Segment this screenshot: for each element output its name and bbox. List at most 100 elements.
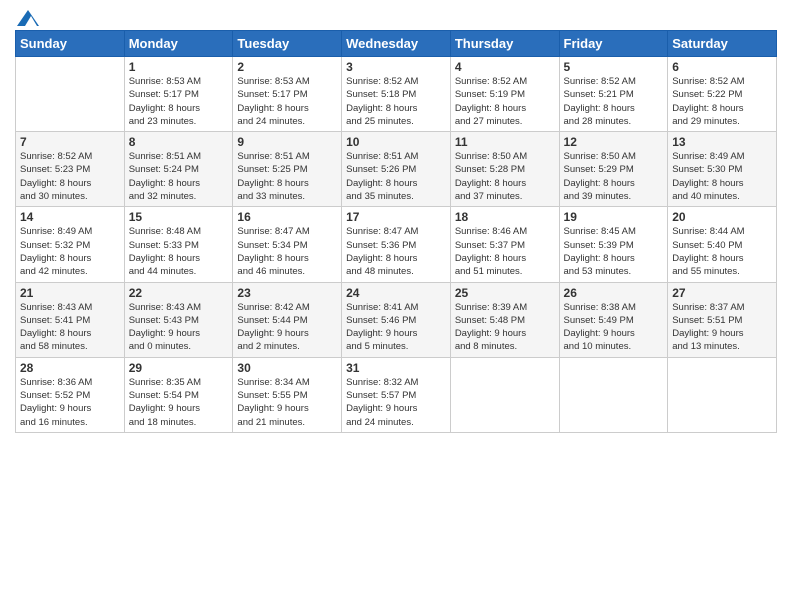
day-number: 26: [564, 286, 664, 300]
calendar-cell: 30Sunrise: 8:34 AM Sunset: 5:55 PM Dayli…: [233, 357, 342, 432]
calendar-cell: 18Sunrise: 8:46 AM Sunset: 5:37 PM Dayli…: [450, 207, 559, 282]
calendar-cell: 27Sunrise: 8:37 AM Sunset: 5:51 PM Dayli…: [668, 282, 777, 357]
day-info: Sunrise: 8:32 AM Sunset: 5:57 PM Dayligh…: [346, 376, 446, 429]
day-info: Sunrise: 8:48 AM Sunset: 5:33 PM Dayligh…: [129, 225, 229, 278]
day-info: Sunrise: 8:50 AM Sunset: 5:29 PM Dayligh…: [564, 150, 664, 203]
day-info: Sunrise: 8:45 AM Sunset: 5:39 PM Dayligh…: [564, 225, 664, 278]
day-number: 21: [20, 286, 120, 300]
day-number: 27: [672, 286, 772, 300]
calendar-cell: 25Sunrise: 8:39 AM Sunset: 5:48 PM Dayli…: [450, 282, 559, 357]
day-number: 28: [20, 361, 120, 375]
day-number: 23: [237, 286, 337, 300]
calendar-cell: [559, 357, 668, 432]
calendar-cell: 4Sunrise: 8:52 AM Sunset: 5:19 PM Daylig…: [450, 57, 559, 132]
calendar-week-2: 14Sunrise: 8:49 AM Sunset: 5:32 PM Dayli…: [16, 207, 777, 282]
day-number: 2: [237, 60, 337, 74]
day-number: 15: [129, 210, 229, 224]
day-number: 9: [237, 135, 337, 149]
calendar-week-1: 7Sunrise: 8:52 AM Sunset: 5:23 PM Daylig…: [16, 132, 777, 207]
calendar-cell: 15Sunrise: 8:48 AM Sunset: 5:33 PM Dayli…: [124, 207, 233, 282]
day-info: Sunrise: 8:52 AM Sunset: 5:18 PM Dayligh…: [346, 75, 446, 128]
day-info: Sunrise: 8:41 AM Sunset: 5:46 PM Dayligh…: [346, 301, 446, 354]
day-info: Sunrise: 8:53 AM Sunset: 5:17 PM Dayligh…: [237, 75, 337, 128]
page: SundayMondayTuesdayWednesdayThursdayFrid…: [0, 0, 792, 612]
calendar-cell: 13Sunrise: 8:49 AM Sunset: 5:30 PM Dayli…: [668, 132, 777, 207]
calendar-cell: 24Sunrise: 8:41 AM Sunset: 5:46 PM Dayli…: [342, 282, 451, 357]
calendar-header-saturday: Saturday: [668, 31, 777, 57]
day-info: Sunrise: 8:52 AM Sunset: 5:22 PM Dayligh…: [672, 75, 772, 128]
calendar-cell: 8Sunrise: 8:51 AM Sunset: 5:24 PM Daylig…: [124, 132, 233, 207]
day-number: 24: [346, 286, 446, 300]
calendar-cell: 16Sunrise: 8:47 AM Sunset: 5:34 PM Dayli…: [233, 207, 342, 282]
day-number: 29: [129, 361, 229, 375]
calendar-header-tuesday: Tuesday: [233, 31, 342, 57]
day-info: Sunrise: 8:36 AM Sunset: 5:52 PM Dayligh…: [20, 376, 120, 429]
calendar-header-wednesday: Wednesday: [342, 31, 451, 57]
calendar-header-sunday: Sunday: [16, 31, 125, 57]
day-number: 13: [672, 135, 772, 149]
day-info: Sunrise: 8:52 AM Sunset: 5:21 PM Dayligh…: [564, 75, 664, 128]
calendar-cell: 12Sunrise: 8:50 AM Sunset: 5:29 PM Dayli…: [559, 132, 668, 207]
day-number: 31: [346, 361, 446, 375]
day-number: 10: [346, 135, 446, 149]
day-info: Sunrise: 8:50 AM Sunset: 5:28 PM Dayligh…: [455, 150, 555, 203]
calendar-cell: 1Sunrise: 8:53 AM Sunset: 5:17 PM Daylig…: [124, 57, 233, 132]
calendar-header-friday: Friday: [559, 31, 668, 57]
day-number: 12: [564, 135, 664, 149]
day-info: Sunrise: 8:52 AM Sunset: 5:19 PM Dayligh…: [455, 75, 555, 128]
calendar-cell: 14Sunrise: 8:49 AM Sunset: 5:32 PM Dayli…: [16, 207, 125, 282]
day-info: Sunrise: 8:49 AM Sunset: 5:30 PM Dayligh…: [672, 150, 772, 203]
logo: [15, 10, 39, 22]
calendar-cell: 19Sunrise: 8:45 AM Sunset: 5:39 PM Dayli…: [559, 207, 668, 282]
day-info: Sunrise: 8:38 AM Sunset: 5:49 PM Dayligh…: [564, 301, 664, 354]
logo-text: [15, 10, 39, 26]
day-info: Sunrise: 8:52 AM Sunset: 5:23 PM Dayligh…: [20, 150, 120, 203]
day-number: 20: [672, 210, 772, 224]
calendar-cell: 9Sunrise: 8:51 AM Sunset: 5:25 PM Daylig…: [233, 132, 342, 207]
day-info: Sunrise: 8:37 AM Sunset: 5:51 PM Dayligh…: [672, 301, 772, 354]
day-info: Sunrise: 8:51 AM Sunset: 5:26 PM Dayligh…: [346, 150, 446, 203]
day-number: 25: [455, 286, 555, 300]
calendar-header-row: SundayMondayTuesdayWednesdayThursdayFrid…: [16, 31, 777, 57]
day-info: Sunrise: 8:43 AM Sunset: 5:41 PM Dayligh…: [20, 301, 120, 354]
day-number: 4: [455, 60, 555, 74]
day-number: 30: [237, 361, 337, 375]
calendar-cell: 26Sunrise: 8:38 AM Sunset: 5:49 PM Dayli…: [559, 282, 668, 357]
day-number: 8: [129, 135, 229, 149]
day-number: 5: [564, 60, 664, 74]
day-number: 16: [237, 210, 337, 224]
calendar-cell: 11Sunrise: 8:50 AM Sunset: 5:28 PM Dayli…: [450, 132, 559, 207]
day-number: 14: [20, 210, 120, 224]
day-number: 3: [346, 60, 446, 74]
header: [15, 10, 777, 22]
day-info: Sunrise: 8:47 AM Sunset: 5:34 PM Dayligh…: [237, 225, 337, 278]
day-number: 11: [455, 135, 555, 149]
calendar-week-4: 28Sunrise: 8:36 AM Sunset: 5:52 PM Dayli…: [16, 357, 777, 432]
day-info: Sunrise: 8:39 AM Sunset: 5:48 PM Dayligh…: [455, 301, 555, 354]
logo-icon: [17, 10, 39, 26]
calendar-cell: 5Sunrise: 8:52 AM Sunset: 5:21 PM Daylig…: [559, 57, 668, 132]
calendar-cell: [450, 357, 559, 432]
day-info: Sunrise: 8:46 AM Sunset: 5:37 PM Dayligh…: [455, 225, 555, 278]
calendar-cell: 3Sunrise: 8:52 AM Sunset: 5:18 PM Daylig…: [342, 57, 451, 132]
day-info: Sunrise: 8:53 AM Sunset: 5:17 PM Dayligh…: [129, 75, 229, 128]
calendar-cell: 31Sunrise: 8:32 AM Sunset: 5:57 PM Dayli…: [342, 357, 451, 432]
calendar-cell: 7Sunrise: 8:52 AM Sunset: 5:23 PM Daylig…: [16, 132, 125, 207]
day-info: Sunrise: 8:43 AM Sunset: 5:43 PM Dayligh…: [129, 301, 229, 354]
calendar-cell: 21Sunrise: 8:43 AM Sunset: 5:41 PM Dayli…: [16, 282, 125, 357]
calendar-cell: 17Sunrise: 8:47 AM Sunset: 5:36 PM Dayli…: [342, 207, 451, 282]
day-number: 18: [455, 210, 555, 224]
calendar-cell: 29Sunrise: 8:35 AM Sunset: 5:54 PM Dayli…: [124, 357, 233, 432]
calendar-week-0: 1Sunrise: 8:53 AM Sunset: 5:17 PM Daylig…: [16, 57, 777, 132]
day-number: 1: [129, 60, 229, 74]
calendar-cell: 28Sunrise: 8:36 AM Sunset: 5:52 PM Dayli…: [16, 357, 125, 432]
day-info: Sunrise: 8:49 AM Sunset: 5:32 PM Dayligh…: [20, 225, 120, 278]
calendar: SundayMondayTuesdayWednesdayThursdayFrid…: [15, 30, 777, 433]
calendar-cell: 2Sunrise: 8:53 AM Sunset: 5:17 PM Daylig…: [233, 57, 342, 132]
calendar-cell: 22Sunrise: 8:43 AM Sunset: 5:43 PM Dayli…: [124, 282, 233, 357]
calendar-cell: 20Sunrise: 8:44 AM Sunset: 5:40 PM Dayli…: [668, 207, 777, 282]
day-info: Sunrise: 8:35 AM Sunset: 5:54 PM Dayligh…: [129, 376, 229, 429]
calendar-cell: 23Sunrise: 8:42 AM Sunset: 5:44 PM Dayli…: [233, 282, 342, 357]
day-info: Sunrise: 8:51 AM Sunset: 5:24 PM Dayligh…: [129, 150, 229, 203]
calendar-header-monday: Monday: [124, 31, 233, 57]
